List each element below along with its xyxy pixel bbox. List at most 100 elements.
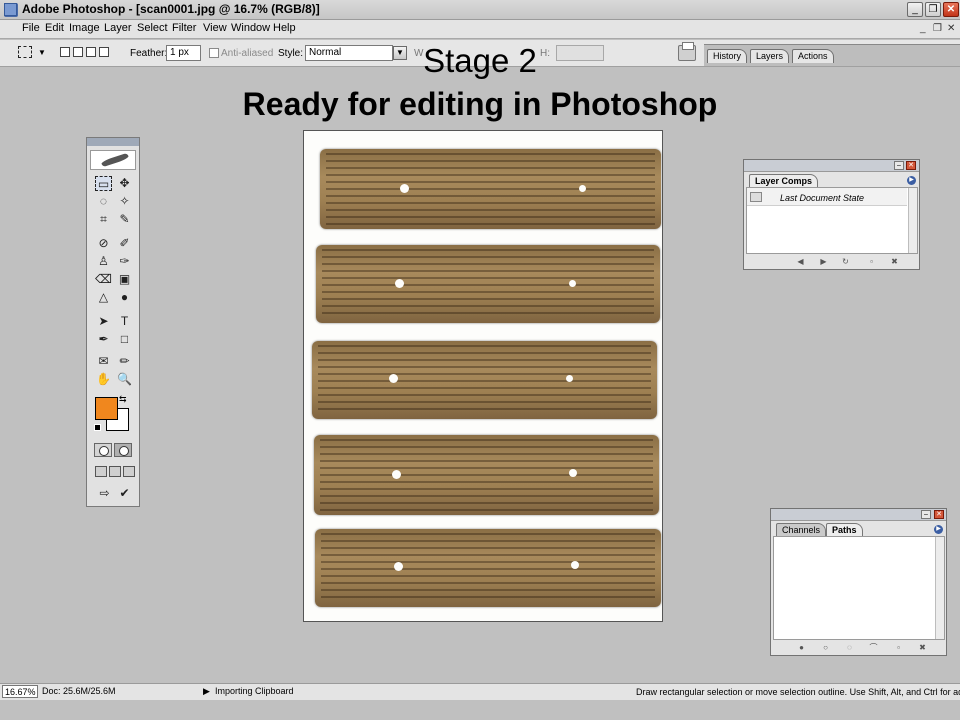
slide-heading: Stage 2	[423, 42, 537, 79]
paths-title-bar[interactable]	[771, 509, 946, 521]
new-path-icon[interactable]: ▫	[894, 643, 903, 652]
leaf-hole	[392, 470, 401, 479]
tab-channels[interactable]: Channels	[776, 523, 827, 536]
adobe-feather-logo-icon[interactable]	[90, 150, 136, 170]
fill-path-icon[interactable]: ●	[797, 643, 806, 652]
zoom-input[interactable]: 16.67%	[2, 685, 38, 698]
imageready-jump-icon[interactable]: ⇨	[96, 486, 113, 501]
edit-in-imageready-icon[interactable]: ✔	[116, 486, 133, 501]
tool-13-icon[interactable]: △	[95, 290, 112, 305]
update-comp-icon[interactable]: ↻	[841, 257, 850, 266]
document-icon[interactable]	[4, 3, 17, 16]
load-path-selection-icon[interactable]: ◌	[845, 643, 854, 652]
leaf-hole	[395, 279, 404, 288]
panel-minimize-button[interactable]: –	[894, 161, 904, 170]
layer-comps-scrollbar[interactable]	[908, 188, 917, 253]
stroke-path-icon[interactable]: ○	[821, 643, 830, 652]
restore-button[interactable]: ❐	[925, 2, 941, 17]
leaf-hole	[579, 185, 586, 192]
tool-7-icon[interactable]: ⊘	[95, 236, 112, 251]
make-work-path-icon[interactable]: ⌒	[869, 643, 878, 652]
close-button[interactable]: ✕	[943, 2, 959, 17]
minimize-button[interactable]: _	[907, 2, 923, 17]
leaf-hole	[569, 469, 577, 477]
full-screen-menu-icon[interactable]	[109, 466, 121, 477]
palm-leaf-2	[316, 245, 660, 323]
tab-layer-comps[interactable]: Layer Comps	[749, 174, 819, 187]
tool-5-icon[interactable]: ⌗	[95, 212, 112, 227]
tool-16-icon[interactable]: T	[116, 314, 133, 329]
palm-leaf-3	[312, 341, 657, 419]
tool-2-icon[interactable]: ✥	[116, 176, 133, 191]
panel-minimize-button[interactable]: –	[921, 510, 931, 519]
leaf-hole	[566, 375, 573, 382]
tool-19-icon[interactable]: ✉	[95, 354, 112, 369]
tool-22-icon[interactable]: 🔍	[116, 372, 133, 387]
tool-20-icon[interactable]: ✏	[116, 354, 133, 369]
menu-layer[interactable]: Layer	[102, 22, 134, 34]
status-arrow-icon[interactable]: ▶	[203, 686, 210, 697]
doc-close-button[interactable]: ✕	[947, 23, 955, 34]
paths-scrollbar[interactable]	[935, 537, 944, 639]
tool-17-icon[interactable]: ✒	[95, 332, 112, 347]
tab-paths[interactable]: Paths	[826, 523, 863, 536]
tool-21-icon[interactable]: ✋	[95, 372, 112, 387]
palm-leaf-1	[320, 149, 661, 229]
tool-9-icon[interactable]: ♙	[95, 254, 112, 269]
menu-view[interactable]: View	[201, 22, 229, 34]
tool-6-icon[interactable]: ✎	[116, 212, 133, 227]
tool-18-icon[interactable]: □	[116, 332, 133, 347]
comp-state-icon[interactable]	[750, 192, 762, 202]
leaf-hole	[400, 184, 409, 193]
menu-edit[interactable]: Edit	[43, 22, 66, 34]
doc-restore-button[interactable]: ❐	[933, 23, 942, 34]
panel-close-button[interactable]: ✕	[934, 510, 944, 519]
default-colors-icon[interactable]	[94, 424, 101, 431]
panel-menu-icon[interactable]: ▶	[934, 525, 943, 534]
tool-12-icon[interactable]: ▣	[116, 272, 133, 287]
tool-1-icon[interactable]: ▭	[95, 176, 112, 191]
standard-screen-icon[interactable]	[95, 466, 107, 477]
leaf-hole	[389, 374, 398, 383]
tool-11-icon[interactable]: ⌫	[95, 272, 112, 287]
status-hint-wrap: Draw rectangular selection or move selec…	[636, 686, 960, 698]
palm-leaf-4	[314, 435, 659, 515]
leaf-hole	[571, 561, 579, 569]
standard-mode-icon[interactable]	[94, 443, 112, 457]
layer-comps-title-bar[interactable]	[744, 160, 919, 172]
leaf-hole	[569, 280, 576, 287]
palm-leaf-5	[315, 529, 661, 607]
tool-3-icon[interactable]: ◌	[95, 194, 112, 209]
foreground-color-swatch[interactable]	[95, 397, 118, 420]
quick-mask-mode-icon[interactable]	[114, 443, 132, 457]
tool-4-icon[interactable]: ✧	[116, 194, 133, 209]
doc-minimize-button[interactable]: _	[920, 23, 926, 34]
tool-10-icon[interactable]: ✑	[116, 254, 133, 269]
full-screen-icon[interactable]	[123, 466, 135, 477]
delete-comp-icon[interactable]: ✖	[890, 257, 899, 266]
swap-colors-icon[interactable]: ⇆	[119, 394, 127, 405]
new-comp-icon[interactable]: ▫	[867, 257, 876, 266]
tool-8-icon[interactable]: ✐	[116, 236, 133, 251]
document-canvas[interactable]	[303, 130, 663, 622]
previous-comp-icon[interactable]: ◀	[796, 257, 805, 266]
panel-menu-icon[interactable]: ▶	[907, 176, 916, 185]
tool-15-icon[interactable]: ➤	[95, 314, 112, 329]
leaf-hole	[394, 562, 403, 571]
slide-subheading: Ready for editing in Photoshop	[242, 86, 718, 122]
menu-select[interactable]: Select	[135, 22, 170, 34]
next-comp-icon[interactable]: ▶	[819, 257, 828, 266]
menu-file[interactable]: File	[20, 22, 42, 34]
taskbar	[0, 700, 960, 720]
paths-list	[773, 536, 945, 640]
layer-comp-label: Last Document State	[780, 193, 865, 203]
menu-filter[interactable]: Filter	[170, 22, 198, 34]
delete-path-icon[interactable]: ✖	[918, 643, 927, 652]
panel-close-button[interactable]: ✕	[906, 161, 916, 170]
window-title: Adobe Photoshop - [scan0001.jpg @ 16.7% …	[22, 2, 320, 16]
toolbox-title-bar[interactable]	[87, 138, 139, 146]
menu-help[interactable]: Help	[271, 22, 298, 34]
menu-image[interactable]: Image	[67, 22, 102, 34]
menu-window[interactable]: Window	[229, 22, 272, 34]
tool-14-icon[interactable]: ●	[116, 290, 133, 305]
